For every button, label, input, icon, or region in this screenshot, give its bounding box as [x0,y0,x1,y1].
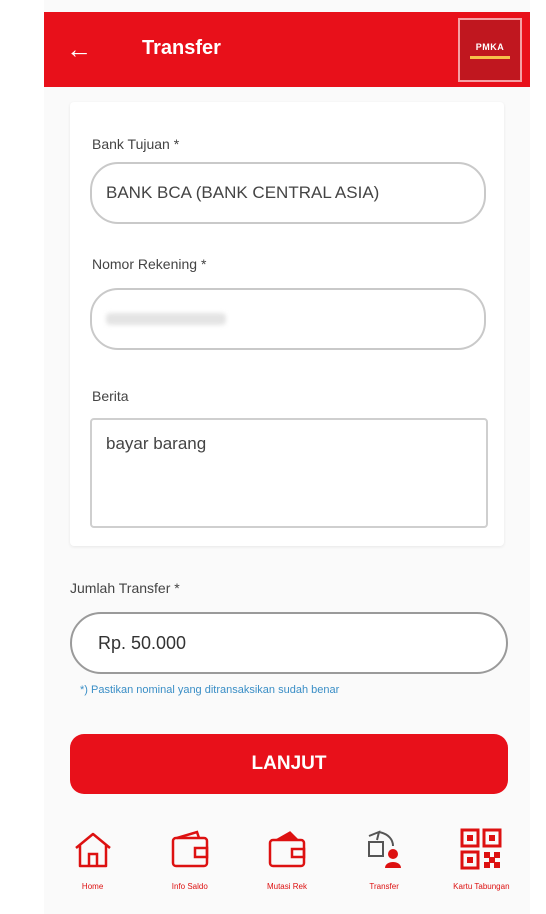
nav-item-kartu-tabungan[interactable]: Kartu Tabungan [438,826,524,891]
logo-stripe [470,55,510,59]
nav-label-kartu-tabungan: Kartu Tabungan [453,882,510,891]
nav-label-mutasi: Mutasi Rek [266,882,307,891]
page-title: Transfer [142,37,221,59]
continue-button[interactable]: LANJUT [70,734,508,794]
bottom-nav: Home Info Saldo Mutasi Rek Transfer Kart… [44,826,530,914]
amount-label: Jumlah Transfer * [70,580,180,596]
account-value-masked [106,313,226,325]
nav-item-home[interactable]: Home [50,826,136,891]
amount-note: *) Pastikan nominal yang ditransaksikan … [80,684,340,696]
logo-text: PMKA [475,41,505,52]
account-label: Nomor Rekening * [92,256,207,272]
arrow-left-icon[interactable]: ← [66,34,96,64]
wallet-icon [171,830,209,868]
account-number-field[interactable] [90,288,486,350]
amount-value: Rp. 50.000 [98,632,187,653]
home-icon [74,832,111,868]
nav-label-home: Home [81,882,104,891]
wallet-card-icon [268,831,306,868]
amount-field[interactable]: Rp. 50.000 [70,612,508,674]
bank-label: Bank Tujuan * [92,136,180,152]
header-bar: ← Transfer PMKA [44,12,530,87]
message-label: Berita [92,388,129,404]
message-value: bayar barang [106,434,207,453]
app-screen: ← Transfer PMKA Bank Tujuan * BANK BCA (… [44,0,530,914]
message-textarea[interactable]: bayar barang [90,418,488,528]
nav-label-info-saldo: Info Saldo [171,882,208,891]
bank-value: BANK BCA (BANK CENTRAL ASIA) [106,183,380,202]
qr-code-icon [460,828,502,870]
transfer-icon [368,830,402,868]
nav-label-transfer: Transfer [369,882,399,891]
bank-select[interactable]: BANK BCA (BANK CENTRAL ASIA) [90,162,486,224]
nav-item-info-saldo[interactable]: Info Saldo [147,826,233,891]
continue-button-label: LANJUT [251,753,327,774]
nav-item-mutasi[interactable]: Mutasi Rek [244,826,330,891]
bank-logo: PMKA [458,18,522,82]
nav-item-transfer[interactable]: Transfer [341,826,427,891]
transfer-form-card: Bank Tujuan * BANK BCA (BANK CENTRAL ASI… [70,102,504,546]
